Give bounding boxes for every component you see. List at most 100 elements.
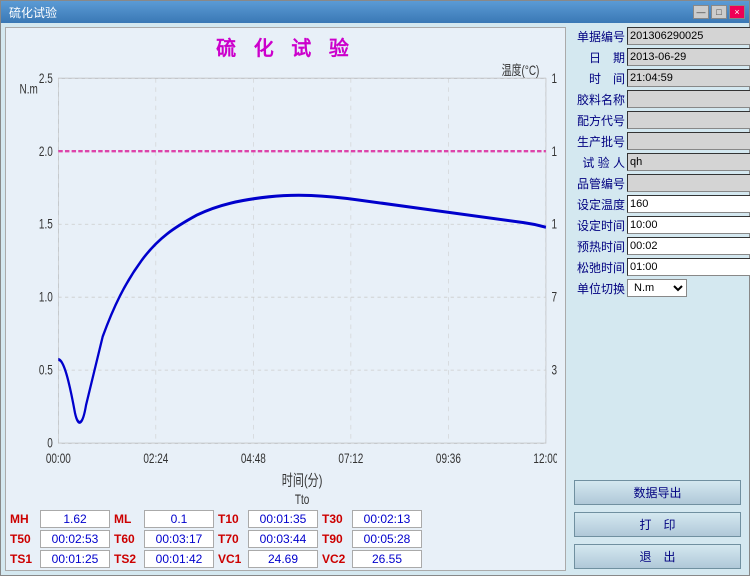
data-cell-t30: T30 00:02:13	[322, 510, 422, 528]
field-label-11: 松弛时间	[570, 259, 625, 276]
field-input-2[interactable]	[627, 69, 750, 87]
main-window: 硫化试验 — □ × 硫 化 试 验	[0, 0, 750, 576]
svg-text:2.5: 2.5	[39, 70, 53, 86]
field-input-6[interactable]	[627, 153, 750, 171]
minimize-button[interactable]: —	[693, 5, 709, 19]
t70-value: 00:03:44	[248, 530, 318, 548]
unit-row: 单位切换 N.m lbf.in	[570, 279, 745, 297]
field-row-1: 日 期	[570, 48, 745, 66]
field-row-10: 预热时间	[570, 237, 745, 255]
field-input-1[interactable]	[627, 48, 750, 66]
svg-text:2.0: 2.0	[39, 143, 53, 159]
field-input-11[interactable]	[627, 258, 750, 276]
ml-label: ML	[114, 512, 142, 526]
titlebar-buttons: — □ ×	[693, 5, 745, 19]
field-input-8[interactable]	[627, 195, 750, 213]
svg-text:Tto: Tto	[295, 491, 310, 504]
field-input-0[interactable]	[627, 27, 750, 45]
ts1-value: 00:01:25	[40, 550, 110, 568]
data-rows: MH 1.62 ML 0.1 T10 00:01:35 T30 00:02:13	[6, 508, 565, 570]
data-cell-ml: ML 0.1	[114, 510, 214, 528]
field-label-9: 设定时间	[570, 217, 625, 234]
vc1-value: 24.69	[248, 550, 318, 568]
chart-area: 硫 化 试 验	[5, 27, 566, 571]
field-input-7[interactable]	[627, 174, 750, 192]
svg-text:117: 117	[551, 216, 557, 232]
field-label-8: 设定温度	[570, 196, 625, 213]
t70-label: T70	[218, 532, 246, 546]
vc2-value: 26.55	[352, 550, 422, 568]
t60-label: T60	[114, 532, 142, 546]
svg-text:07:12: 07:12	[338, 450, 363, 466]
svg-text:0: 0	[47, 435, 53, 451]
t50-value: 00:02:53	[40, 530, 110, 548]
t30-value: 00:02:13	[352, 510, 422, 528]
titlebar: 硫化试验 — □ ×	[1, 1, 749, 23]
svg-text:39: 39	[551, 362, 557, 378]
print-button[interactable]: 打 印	[574, 512, 741, 537]
svg-text:04:48: 04:48	[241, 450, 266, 466]
field-row-9: 设定时间	[570, 216, 745, 234]
t10-value: 00:01:35	[248, 510, 318, 528]
close-button[interactable]: ×	[729, 5, 745, 19]
field-input-10[interactable]	[627, 237, 750, 255]
svg-text:156: 156	[551, 143, 557, 159]
svg-text:78: 78	[551, 289, 557, 305]
t30-label: T30	[322, 512, 350, 526]
svg-text:1.0: 1.0	[39, 289, 53, 305]
data-cell-t60: T60 00:03:17	[114, 530, 214, 548]
t90-value: 00:05:28	[352, 530, 422, 548]
field-row-0: 单据编号	[570, 27, 745, 45]
t50-label: T50	[10, 532, 38, 546]
field-label-5: 生产批号	[570, 133, 625, 150]
svg-text:195: 195	[551, 70, 557, 86]
maximize-button[interactable]: □	[711, 5, 727, 19]
data-cell-t70: T70 00:03:44	[218, 530, 318, 548]
field-row-5: 生产批号	[570, 132, 745, 150]
unit-label: 单位切换	[570, 280, 625, 297]
svg-text:00:00: 00:00	[46, 450, 71, 466]
field-label-6: 试 验 人	[570, 154, 625, 171]
field-input-5[interactable]	[627, 132, 750, 150]
svg-text:温度(°C): 温度(°C)	[502, 63, 540, 79]
field-label-10: 预热时间	[570, 238, 625, 255]
svg-text:N.m: N.m	[20, 81, 38, 97]
ts2-label: TS2	[114, 552, 142, 566]
data-cell-ts1: TS1 00:01:25	[10, 550, 110, 568]
data-row-1: MH 1.62 ML 0.1 T10 00:01:35 T30 00:02:13	[10, 510, 561, 528]
field-row-3: 胶料名称	[570, 90, 745, 108]
t10-label: T10	[218, 512, 246, 526]
unit-select[interactable]: N.m lbf.in	[627, 279, 687, 297]
field-row-4: 配方代号	[570, 111, 745, 129]
mh-label: MH	[10, 512, 38, 526]
chart-wrapper: 2.5 2.0 1.5 1.0 0.5 0 N.m 195 156 117 78…	[14, 63, 557, 504]
svg-text:02:24: 02:24	[143, 450, 168, 466]
chart-svg: 2.5 2.0 1.5 1.0 0.5 0 N.m 195 156 117 78…	[14, 63, 557, 504]
field-row-2: 时 间	[570, 69, 745, 87]
svg-text:0.5: 0.5	[39, 362, 53, 378]
window-title: 硫化试验	[5, 4, 57, 21]
field-label-2: 时 间	[570, 70, 625, 87]
field-label-7: 品管编号	[570, 175, 625, 192]
field-label-1: 日 期	[570, 49, 625, 66]
data-cell-vc1: VC1 24.69	[218, 550, 318, 568]
exit-button[interactable]: 退 出	[574, 544, 741, 569]
t60-value: 00:03:17	[144, 530, 214, 548]
ts1-label: TS1	[10, 552, 38, 566]
export-button[interactable]: 数据导出	[574, 480, 741, 505]
data-cell-ts2: TS2 00:01:42	[114, 550, 214, 568]
data-cell-t50: T50 00:02:53	[10, 530, 110, 548]
field-row-7: 品管编号	[570, 174, 745, 192]
ts2-value: 00:01:42	[144, 550, 214, 568]
field-label-0: 单据编号	[570, 28, 625, 45]
field-row-11: 松弛时间	[570, 258, 745, 276]
vc2-label: VC2	[322, 552, 350, 566]
data-cell-t10: T10 00:01:35	[218, 510, 318, 528]
ml-value: 0.1	[144, 510, 214, 528]
mh-value: 1.62	[40, 510, 110, 528]
t90-label: T90	[322, 532, 350, 546]
field-input-3[interactable]	[627, 90, 750, 108]
field-input-4[interactable]	[627, 111, 750, 129]
field-input-9[interactable]	[627, 216, 750, 234]
main-content: 硫 化 试 验	[1, 23, 749, 575]
